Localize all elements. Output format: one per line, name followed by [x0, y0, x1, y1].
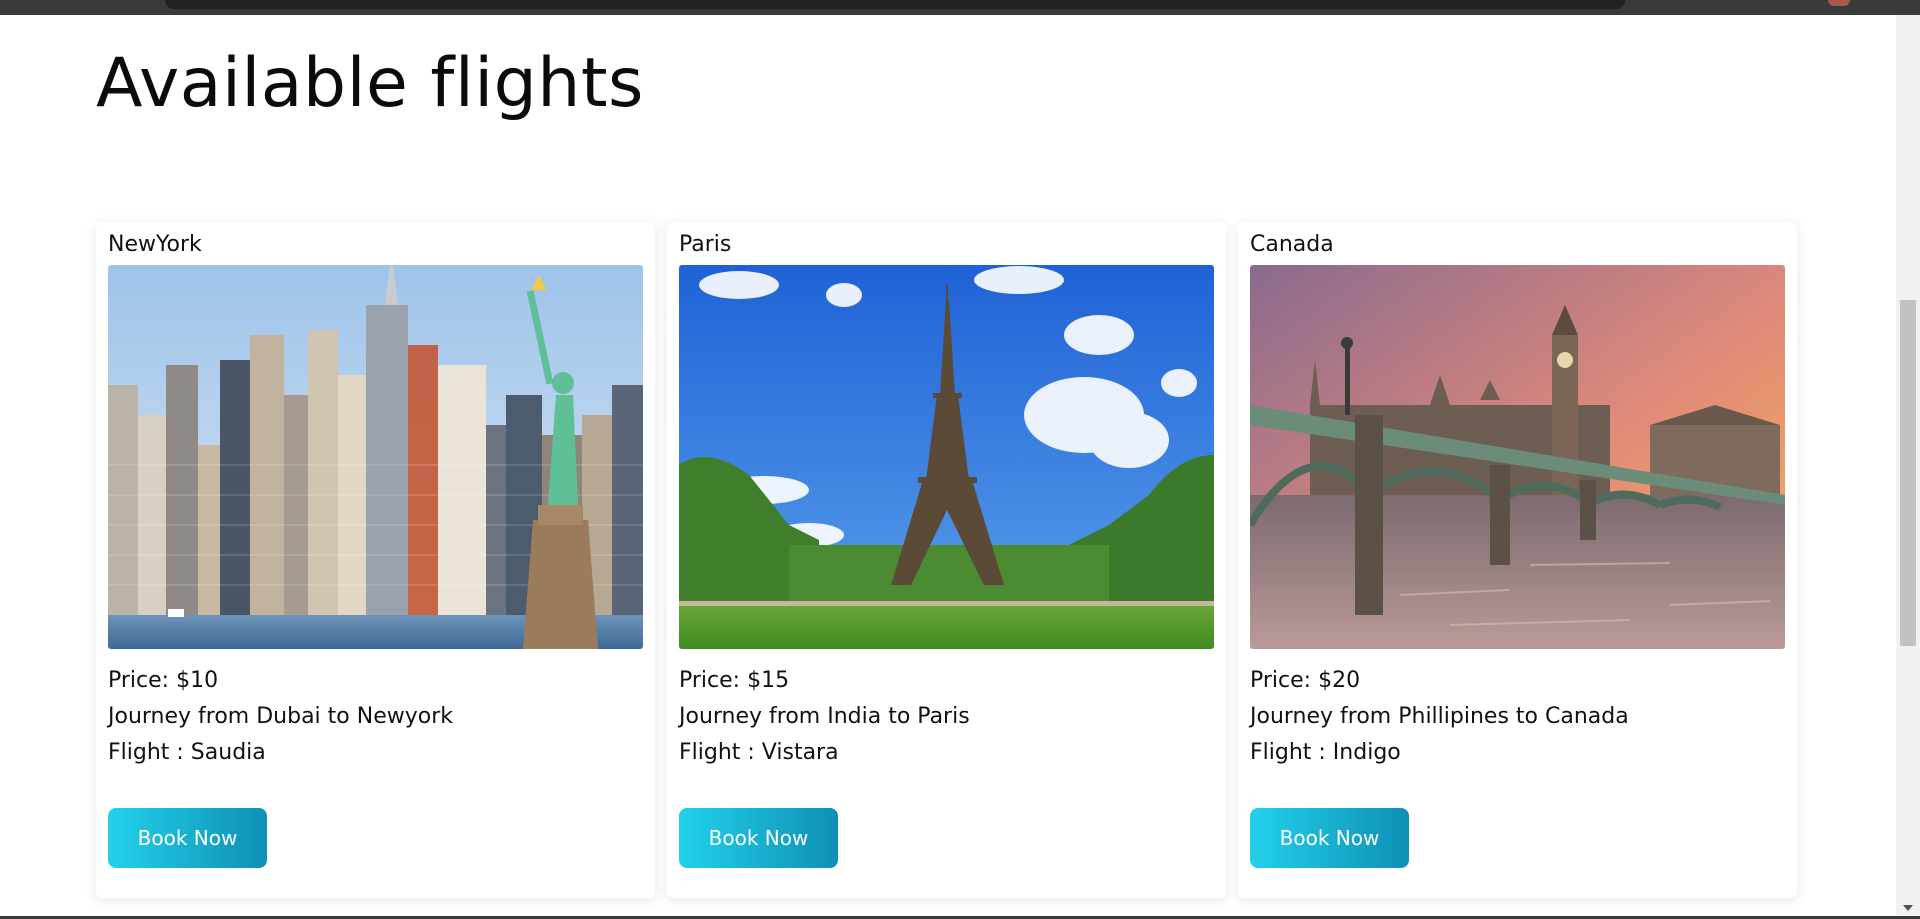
card-flight: Flight : Indigo — [1250, 740, 1401, 765]
book-now-button[interactable]: Book Now — [108, 808, 267, 868]
card-city-title: NewYork — [108, 232, 202, 257]
card-price: Price: $15 — [679, 668, 790, 693]
browser-address-bar[interactable] — [165, 0, 1625, 9]
card-city-title: Canada — [1250, 232, 1334, 257]
card-price: Price: $10 — [108, 668, 219, 693]
card-flight: Flight : Vistara — [679, 740, 839, 765]
card-flight: Flight : Saudia — [108, 740, 266, 765]
card-journey: Journey from India to Paris — [679, 704, 970, 729]
flight-card-canada: Canada Price: $20 Journey from Phillipin… — [1238, 222, 1797, 898]
browser-top-bar — [0, 0, 1920, 15]
book-now-button[interactable]: Book Now — [1250, 808, 1409, 868]
card-price: Price: $20 — [1250, 668, 1361, 693]
eiffel-tower-photo — [679, 265, 1214, 649]
card-journey: Journey from Dubai to Newyork — [108, 704, 453, 729]
westminster-bridge-photo — [1250, 265, 1785, 649]
page-title: Available flights — [96, 44, 644, 123]
card-journey: Journey from Phillipines to Canada — [1250, 704, 1629, 729]
page-content: Available flights NewYork Price: $10 Jou… — [0, 15, 1896, 916]
card-city-title: Paris — [679, 232, 732, 257]
vertical-scrollbar[interactable] — [1896, 15, 1920, 916]
profile-avatar[interactable] — [1828, 0, 1850, 6]
scroll-down-arrow-icon[interactable] — [1903, 905, 1913, 911]
book-now-button[interactable]: Book Now — [679, 808, 838, 868]
flight-card-newyork: NewYork Price: $10 Journey from Dubai to… — [96, 222, 655, 898]
flight-card-paris: Paris Price: $15 Journey from India to P… — [667, 222, 1226, 898]
new-york-skyline-photo — [108, 265, 643, 649]
scrollbar-thumb[interactable] — [1900, 300, 1916, 646]
